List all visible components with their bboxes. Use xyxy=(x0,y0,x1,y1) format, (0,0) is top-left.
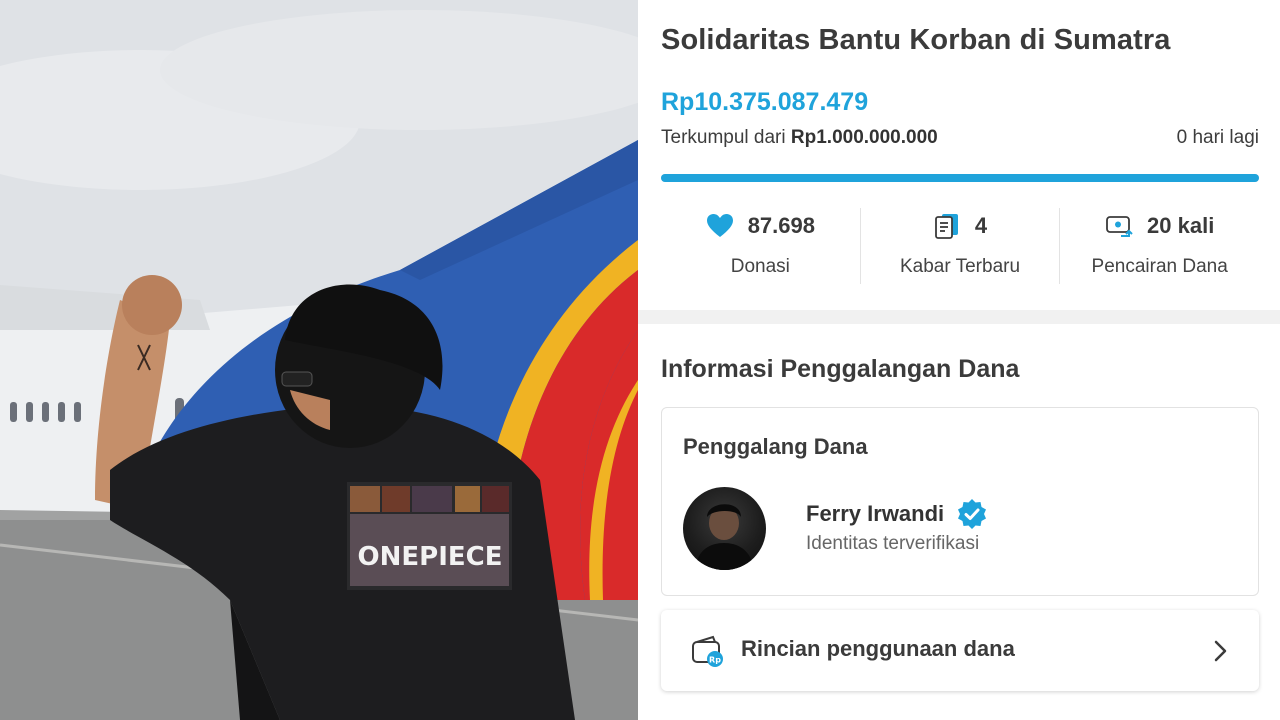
wallet-icon: Rp xyxy=(692,635,723,667)
fund-usage-details-button[interactable]: Rp Rincian penggunaan dana xyxy=(661,610,1259,691)
stat-value: 4 xyxy=(974,213,988,238)
verified-icon xyxy=(958,499,987,529)
target-amount: Rp1.000.000.000 xyxy=(790,127,938,148)
avatar xyxy=(683,487,766,570)
stats-row: 87.698 Donasi 4 Kabar Terbaru 20 kali Pe… xyxy=(661,208,1259,284)
stat-label: Kabar Terbaru xyxy=(899,256,1021,277)
jacket-text: ONEPIECE xyxy=(358,542,503,572)
card-title: Penggalang Dana xyxy=(683,434,868,459)
fundraiser-name-row: Ferry Irwandi xyxy=(806,498,988,530)
section-divider xyxy=(638,310,1280,324)
amount-raised: Rp10.375.087.479 xyxy=(661,88,869,116)
stat-news[interactable]: 4 Kabar Terbaru xyxy=(859,208,1060,284)
stat-disbursement[interactable]: 20 kali Pencairan Dana xyxy=(1059,208,1259,284)
stat-label: Pencairan Dana xyxy=(1091,256,1228,277)
heart-icon xyxy=(706,214,733,237)
fund-usage-label: Rincian penggunaan dana xyxy=(741,636,1015,661)
svg-text:Rp: Rp xyxy=(709,656,721,665)
campaign-photo: ONEPIECE xyxy=(0,0,638,720)
fundraiser-name: Ferry Irwandi xyxy=(806,501,945,526)
target-text: Terkumpul dari Rp1.000.000.000 xyxy=(661,127,938,149)
stat-donations[interactable]: 87.698 Donasi xyxy=(661,208,860,284)
target-row: Terkumpul dari Rp1.000.000.000 0 hari la… xyxy=(661,127,1259,149)
days-left: 0 hari lagi xyxy=(1176,127,1259,148)
campaign-title: Solidaritas Bantu Korban di Sumatra xyxy=(661,24,1171,56)
disbursement-icon xyxy=(1106,216,1133,237)
fundraiser-card[interactable]: Penggalang Dana Ferry Irwandi Identitas … xyxy=(661,407,1259,596)
target-prefix: Terkumpul dari xyxy=(661,127,791,148)
stat-value: 20 kali xyxy=(1147,213,1215,238)
news-icon xyxy=(934,214,958,239)
campaign-panel: Solidaritas Bantu Korban di Sumatra Rp10… xyxy=(638,0,1280,720)
progress-bar xyxy=(661,174,1259,182)
chevron-right-icon xyxy=(1214,640,1227,662)
section-title: Informasi Penggalangan Dana xyxy=(661,355,1020,383)
stat-value: 87.698 xyxy=(747,213,815,238)
progress-fill xyxy=(661,174,1259,182)
fundraiser-status: Identitas terverifikasi xyxy=(806,533,980,554)
stat-label: Donasi xyxy=(730,256,790,277)
